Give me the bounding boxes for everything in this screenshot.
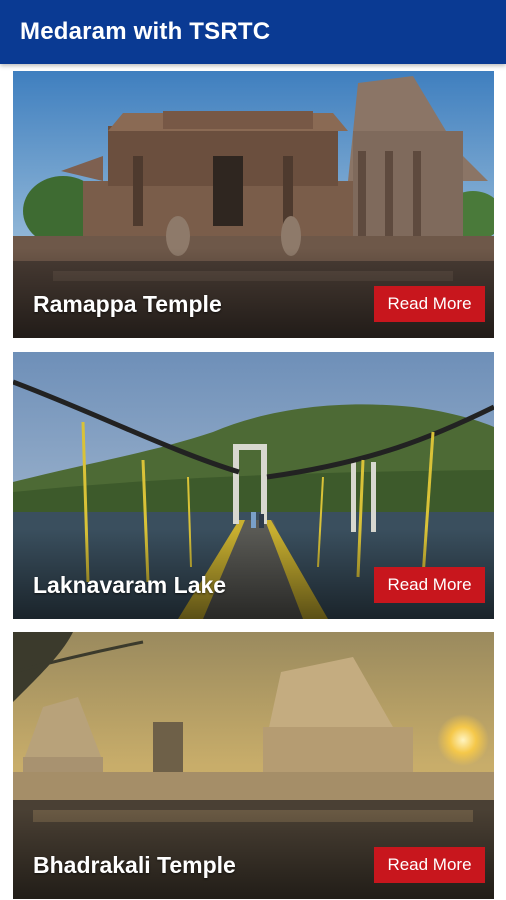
read-more-button[interactable]: Read More bbox=[374, 286, 485, 322]
card-title: Laknavaram Lake bbox=[33, 572, 227, 598]
app-title: Medaram with TSRTC bbox=[20, 18, 271, 45]
read-more-button[interactable]: Read More bbox=[374, 847, 485, 883]
destination-card-laknavaram[interactable]: Laknavaram Lake Read More bbox=[13, 352, 494, 619]
card-title: Ramappa Temple bbox=[33, 291, 222, 317]
destination-card-bhadrakali[interactable]: Bhadrakali Temple Read More bbox=[13, 632, 494, 899]
app-bar: Medaram with TSRTC bbox=[0, 0, 506, 64]
card-title: Bhadrakali Temple bbox=[33, 852, 236, 878]
destination-card-ramappa[interactable]: Ramappa Temple Read More bbox=[13, 71, 494, 338]
read-more-button[interactable]: Read More bbox=[374, 567, 485, 603]
